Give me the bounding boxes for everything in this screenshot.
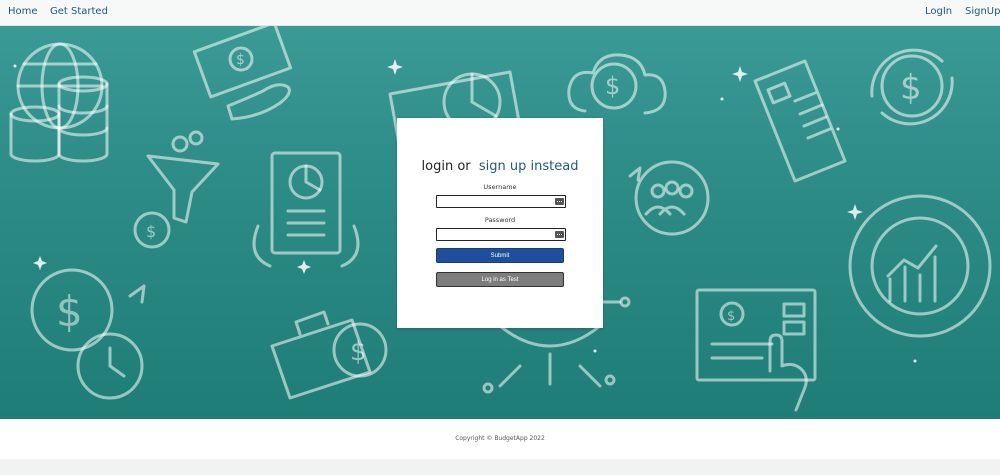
cloud-dollar-icon: $ xyxy=(567,53,667,115)
invoice-hand-icon: $ xyxy=(695,288,817,412)
team-icon xyxy=(628,160,710,236)
svg-text:$: $ xyxy=(900,68,922,108)
password-manager-icon[interactable] xyxy=(555,198,564,205)
password-manager-icon[interactable] xyxy=(555,231,564,238)
username-label: Username xyxy=(483,183,517,191)
footer: Copyright © BudgetApp 2022 xyxy=(0,419,1000,459)
svg-text:$: $ xyxy=(605,72,620,100)
copyright-text: Copyright © BudgetApp 2022 xyxy=(455,435,545,442)
svg-text:$: $ xyxy=(350,337,367,367)
hero-background: $ $ $ $ $ $ $ login or sign up instead U… xyxy=(0,26,1000,419)
donut-chart-icon xyxy=(848,194,992,338)
login-heading-prefix: login or xyxy=(421,159,471,174)
login-heading: login or sign up instead xyxy=(397,159,603,174)
globe-coins-icon xyxy=(9,42,109,163)
svg-text:$: $ xyxy=(146,222,156,241)
nav-home-link[interactable]: Home xyxy=(8,6,38,17)
svg-text:$: $ xyxy=(727,309,735,324)
login-card: login or sign up instead Username Passwo… xyxy=(397,118,603,328)
submit-button[interactable]: Submit xyxy=(436,248,564,263)
dollar-coin-icon: $ xyxy=(133,211,171,249)
svg-text:$: $ xyxy=(236,52,245,68)
signup-instead-link[interactable]: sign up instead xyxy=(479,159,579,174)
money-hand-icon: $ xyxy=(192,26,293,121)
bottom-strip xyxy=(0,459,1000,475)
top-navbar: Home Get Started LogIn SignUp xyxy=(0,0,1000,26)
nav-signup-link[interactable]: SignUp xyxy=(965,6,1000,17)
nav-login-link[interactable]: LogIn xyxy=(925,6,952,17)
funnel-icon xyxy=(146,130,220,224)
briefcase-icon: $ xyxy=(270,310,388,400)
dollar-clock-icon: $ xyxy=(30,268,146,400)
password-label: Password xyxy=(484,216,516,224)
nav-get-started-link[interactable]: Get Started xyxy=(50,6,108,17)
svg-text:$: $ xyxy=(56,287,83,336)
login-as-test-button[interactable]: Log in as Test xyxy=(436,272,564,287)
password-input[interactable] xyxy=(436,228,566,241)
username-input[interactable] xyxy=(436,195,566,208)
phone-chart-icon xyxy=(252,151,360,268)
dollar-cycle-icon: $ xyxy=(870,48,954,126)
receipt-icon xyxy=(753,59,847,183)
